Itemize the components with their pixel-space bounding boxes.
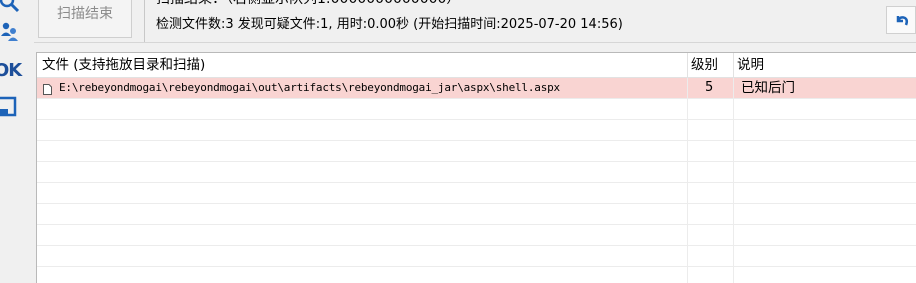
list-rows: E:\rebeyondmogai\rebeyondmogai\out\artif… xyxy=(37,78,916,283)
refresh-button[interactable] xyxy=(886,6,916,34)
scan-result-text: 扫描结果：（右侧显示队列1:0000000000000） xyxy=(156,0,460,8)
table-row-empty xyxy=(37,183,916,204)
threat-level: 5 xyxy=(705,80,714,95)
column-divider[interactable] xyxy=(733,53,734,77)
column-header-file[interactable]: 文件 (支持拖放目录和扫描) xyxy=(42,53,205,77)
divider xyxy=(144,0,145,42)
table-row-empty xyxy=(37,204,916,225)
refresh-icon xyxy=(896,16,909,26)
file-path: E:\rebeyondmogai\rebeyondmogai\out\artif… xyxy=(59,81,560,94)
table-row[interactable]: E:\rebeyondmogai\rebeyondmogai\out\artif… xyxy=(37,78,916,99)
ok-icon[interactable]: OK xyxy=(0,60,22,82)
column-header-desc[interactable]: 说明 xyxy=(737,53,764,77)
scan-end-button[interactable]: 扫描结束 xyxy=(38,0,132,38)
file-icon xyxy=(43,82,52,95)
search-icon[interactable] xyxy=(0,0,24,14)
column-divider[interactable] xyxy=(687,53,688,77)
table-row-empty xyxy=(37,162,916,183)
left-toolbar: OK xyxy=(0,0,30,282)
results-list[interactable]: 文件 (支持拖放目录和扫描) 级别 说明 E:\rebeyondmogai\re… xyxy=(36,52,916,283)
table-row-empty xyxy=(37,120,916,141)
users-icon[interactable] xyxy=(0,20,24,42)
table-row-empty xyxy=(37,99,916,120)
table-row-empty xyxy=(37,246,916,267)
list-header: 文件 (支持拖放目录和扫描) 级别 说明 xyxy=(37,53,916,78)
threat-description: 已知后门 xyxy=(741,80,795,96)
table-row-empty xyxy=(37,225,916,246)
grid-line xyxy=(733,78,734,283)
scan-stats-text: 检测文件数:3 发现可疑文件:1, 用时:0.00秒 (开始扫描时间:2025-… xyxy=(156,17,623,32)
window-icon[interactable] xyxy=(0,96,20,118)
table-row-empty xyxy=(37,141,916,162)
table-row-empty xyxy=(37,267,916,283)
scan-status-panel: 扫描结束 扫描结果：（右侧显示队列1:0000000000000） 检测文件数:… xyxy=(34,0,916,43)
column-header-level[interactable]: 级别 xyxy=(691,53,718,77)
grid-line xyxy=(687,78,688,283)
